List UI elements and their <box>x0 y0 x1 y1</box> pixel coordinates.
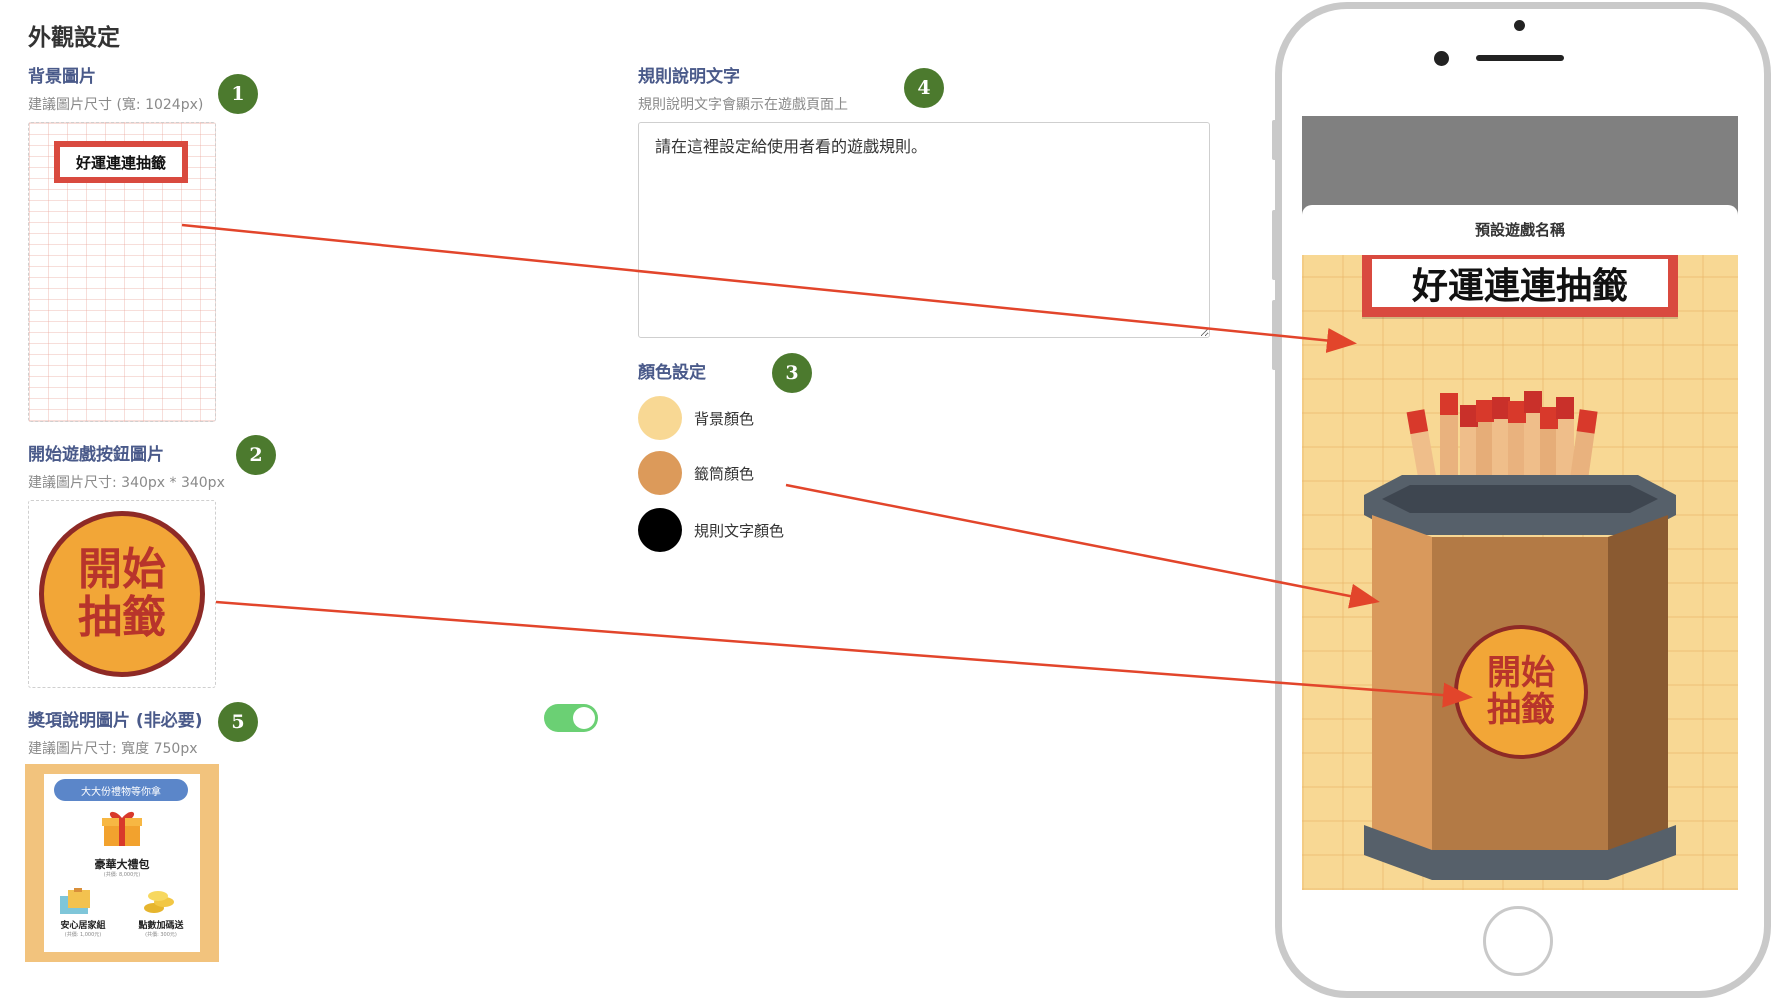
arrow-start-button-to-preview <box>215 600 1473 708</box>
annotation-arrows <box>181 223 1473 708</box>
arrow-tube-color-to-preview <box>785 483 1380 609</box>
arrow-background-to-preview <box>181 223 1357 353</box>
